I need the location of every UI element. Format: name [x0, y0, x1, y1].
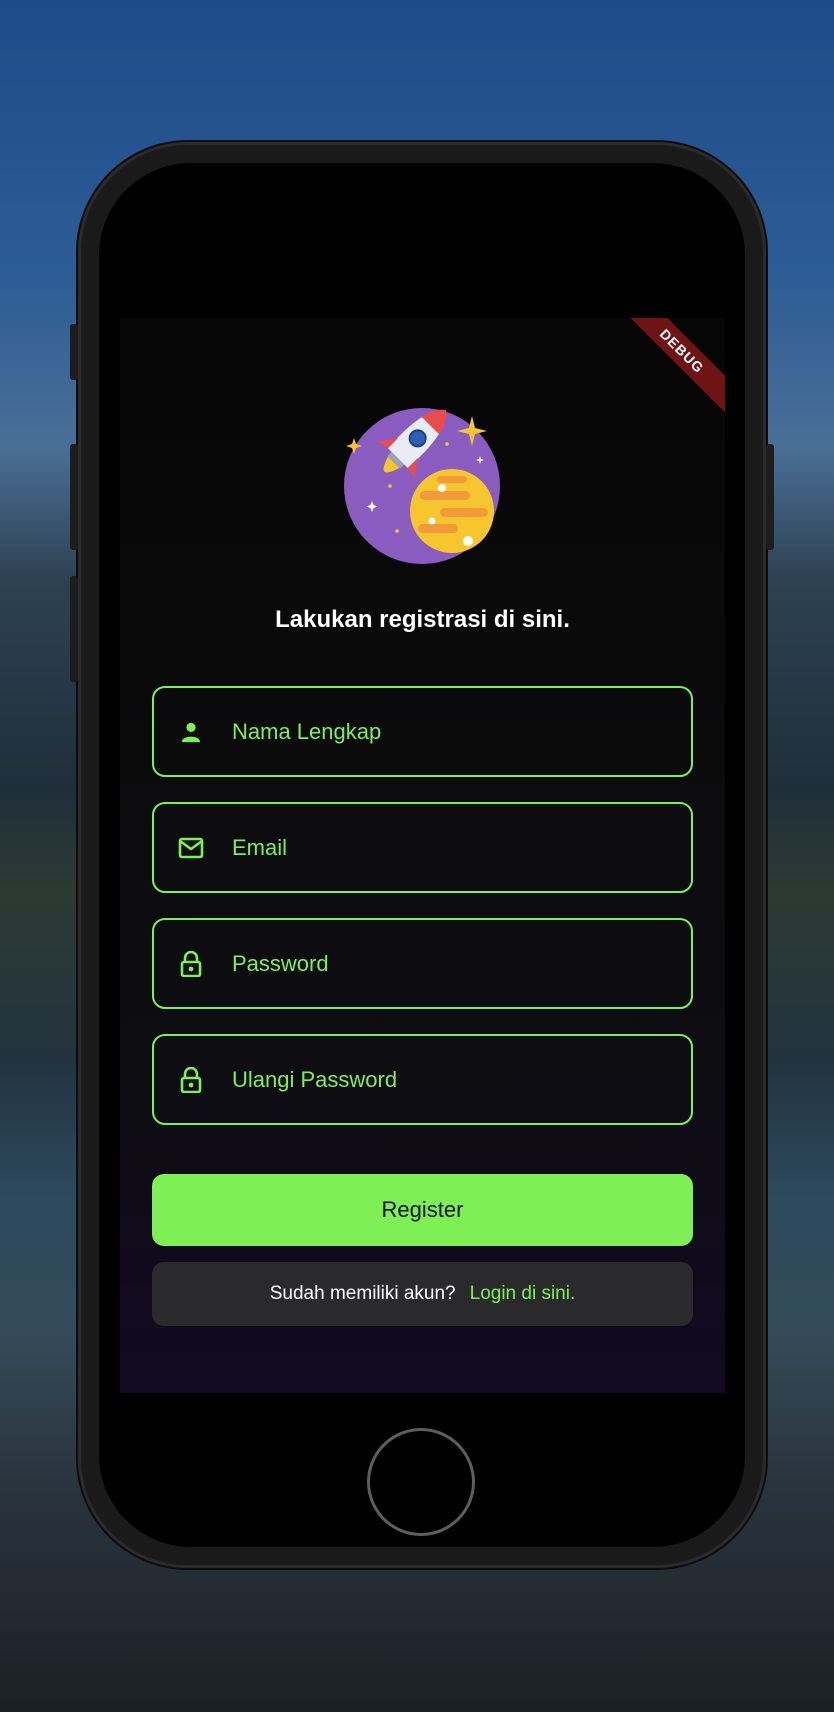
password-field[interactable]: Password — [152, 918, 693, 1009]
mute-switch — [70, 324, 78, 380]
mail-icon — [178, 835, 204, 861]
power-button — [766, 444, 774, 550]
volume-down-button — [70, 576, 78, 682]
confirm-password-field[interactable]: Ulangi Password — [152, 1034, 693, 1125]
confirm-password-placeholder: Ulangi Password — [232, 1066, 398, 1092]
page-title: Lakukan registrasi di sini. — [275, 606, 570, 633]
email-field[interactable]: Email — [152, 802, 693, 893]
lock-icon — [178, 1066, 204, 1093]
login-prompt-box: Sudah memiliki akun? Login di sini. — [152, 1262, 693, 1326]
email-placeholder: Email — [232, 834, 288, 860]
full-name-placeholder: Nama Lengkap — [232, 718, 382, 744]
password-placeholder: Password — [232, 950, 329, 976]
app-screen: DEBUG Lakukan registrasi di sini. Nama L… — [120, 318, 725, 1393]
register-button[interactable]: Register — [152, 1174, 693, 1246]
debug-banner: DEBUG — [612, 318, 725, 421]
login-prompt-text: Sudah memiliki akun? — [269, 1283, 456, 1304]
person-icon — [178, 719, 204, 745]
lock-icon — [178, 950, 204, 977]
volume-up-button — [70, 444, 78, 550]
full-name-field[interactable]: Nama Lengkap — [152, 686, 693, 777]
rocket-planet-logo — [344, 408, 500, 564]
home-button[interactable] — [367, 1428, 475, 1536]
login-link[interactable]: Login di sini. — [470, 1283, 576, 1305]
